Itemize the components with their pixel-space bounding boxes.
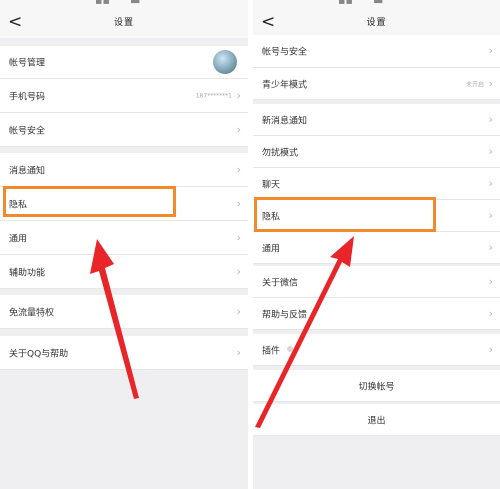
- arrow-right: [255, 236, 354, 428]
- arrow-left: [90, 239, 139, 399]
- annotation-arrows: [90, 236, 354, 428]
